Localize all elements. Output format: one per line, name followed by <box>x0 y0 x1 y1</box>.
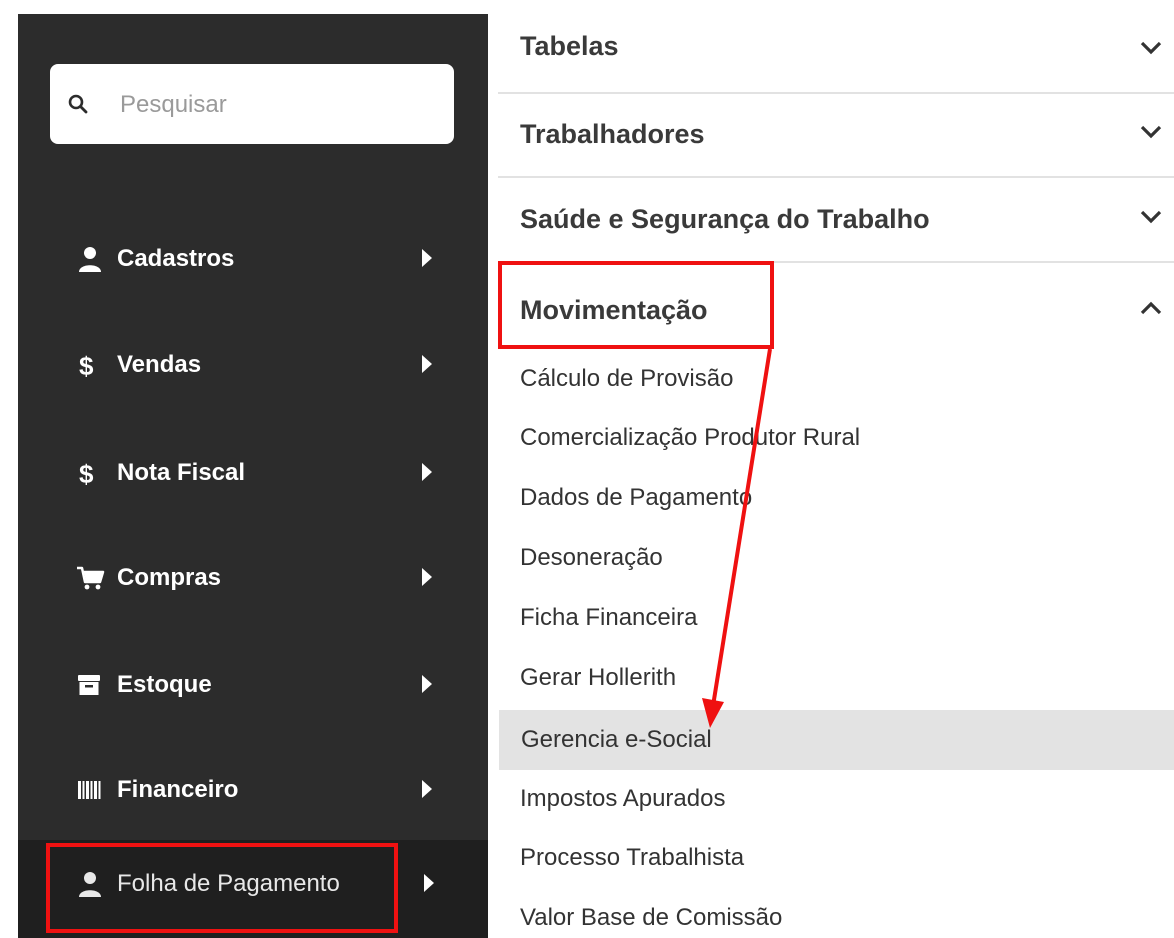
sidebar-item-nota-fiscal[interactable]: $ Nota Fiscal <box>18 443 488 503</box>
submenu-item-label: Gerencia e-Social <box>521 726 712 753</box>
left-border <box>0 14 18 938</box>
chevron-down-icon <box>1140 210 1162 224</box>
submenu-item-label: Cálculo de Provisão <box>520 365 734 392</box>
sidebar-item-compras[interactable]: Compras <box>18 548 488 608</box>
caret-right-icon <box>422 355 432 373</box>
chevron-up-icon <box>1140 301 1162 315</box>
sidebar-item-label: Financeiro <box>117 776 239 803</box>
caret-right-icon <box>422 568 432 586</box>
submenu-item-gerar-hollerith[interactable]: Gerar Hollerith <box>498 650 1174 708</box>
submenu-item-valor-base-comissao[interactable]: Valor Base de Comissão <box>498 890 1174 938</box>
caret-right-icon <box>422 463 432 481</box>
section-saude-seguranca[interactable]: Saúde e Segurança do Trabalho <box>498 179 1174 263</box>
search-placeholder: Pesquisar <box>120 91 227 118</box>
section-movimentacao[interactable]: Movimentação <box>498 264 1174 348</box>
caret-right-icon <box>422 249 432 267</box>
submenu-item-dados-pagamento[interactable]: Dados de Pagamento <box>498 470 1174 528</box>
submenu-item-label: Processo Trabalhista <box>520 844 745 871</box>
caret-right-icon <box>424 874 434 892</box>
sidebar-item-label: Nota Fiscal <box>117 459 246 486</box>
submenu-item-label: Ficha Financeira <box>520 604 698 631</box>
section-label: Saúde e Segurança do Trabalho <box>520 204 930 234</box>
sidebar-item-financeiro[interactable]: Financeiro <box>18 760 488 820</box>
section-trabalhadores[interactable]: Trabalhadores <box>498 94 1174 178</box>
user-icon <box>79 247 101 272</box>
svg-text:$: $ <box>79 459 94 487</box>
sidebar-item-label: Vendas <box>117 351 202 378</box>
submenu-item-impostos-apurados[interactable]: Impostos Apurados <box>498 771 1174 829</box>
archive-icon <box>78 675 100 695</box>
submenu-item-calculo-provisao[interactable]: Cálculo de Provisão <box>498 351 1174 409</box>
sidebar-item-vendas[interactable]: $ Vendas <box>18 335 488 395</box>
submenu-item-label: Impostos Apurados <box>520 785 726 812</box>
submenu-item-gerencia-esocial[interactable]: Gerencia e-Social <box>499 710 1174 770</box>
section-label: Movimentação <box>520 295 708 325</box>
section-label: Trabalhadores <box>520 119 705 149</box>
sidebar-gap <box>488 14 498 938</box>
sidebar-item-folha-de-pagamento[interactable]: Folha de Pagamento <box>18 840 488 938</box>
sidebar-item-label: Folha de Pagamento <box>117 870 340 897</box>
submenu-item-label: Gerar Hollerith <box>520 664 677 691</box>
sidebar-item-label: Estoque <box>117 671 212 698</box>
dollar-icon: $ <box>79 351 94 379</box>
section-tabelas[interactable]: Tabelas <box>498 10 1174 94</box>
caret-right-icon <box>422 780 432 798</box>
submenu-item-ficha-financeira[interactable]: Ficha Financeira <box>498 590 1174 648</box>
search-input[interactable]: Pesquisar <box>50 64 454 144</box>
caret-right-icon <box>422 675 432 693</box>
dollar-icon: $ <box>79 459 94 487</box>
sidebar-item-estoque[interactable]: Estoque <box>18 655 488 715</box>
svg-text:$: $ <box>79 351 94 379</box>
submenu-item-comercializacao[interactable]: Comercialização Produtor Rural <box>498 410 1174 468</box>
submenu-item-desoneracao[interactable]: Desoneração <box>498 530 1174 588</box>
section-label: Tabelas <box>520 31 619 61</box>
user-icon <box>79 872 101 897</box>
cart-icon <box>77 566 105 590</box>
barcode-icon <box>78 781 101 799</box>
search-icon <box>68 94 88 114</box>
submenu-item-label: Comercialização Produtor Rural <box>520 424 861 451</box>
submenu-item-label: Dados de Pagamento <box>520 484 753 511</box>
sidebar-item-cadastros[interactable]: Cadastros <box>18 229 488 289</box>
sidebar-item-label: Cadastros <box>117 245 235 272</box>
submenu-item-label: Desoneração <box>520 544 663 571</box>
chevron-down-icon <box>1140 41 1162 55</box>
submenu-item-label: Valor Base de Comissão <box>520 904 783 931</box>
sidebar-item-label: Compras <box>117 564 222 591</box>
chevron-down-icon <box>1140 125 1162 139</box>
submenu-item-processo-trabalhista[interactable]: Processo Trabalhista <box>498 830 1174 888</box>
